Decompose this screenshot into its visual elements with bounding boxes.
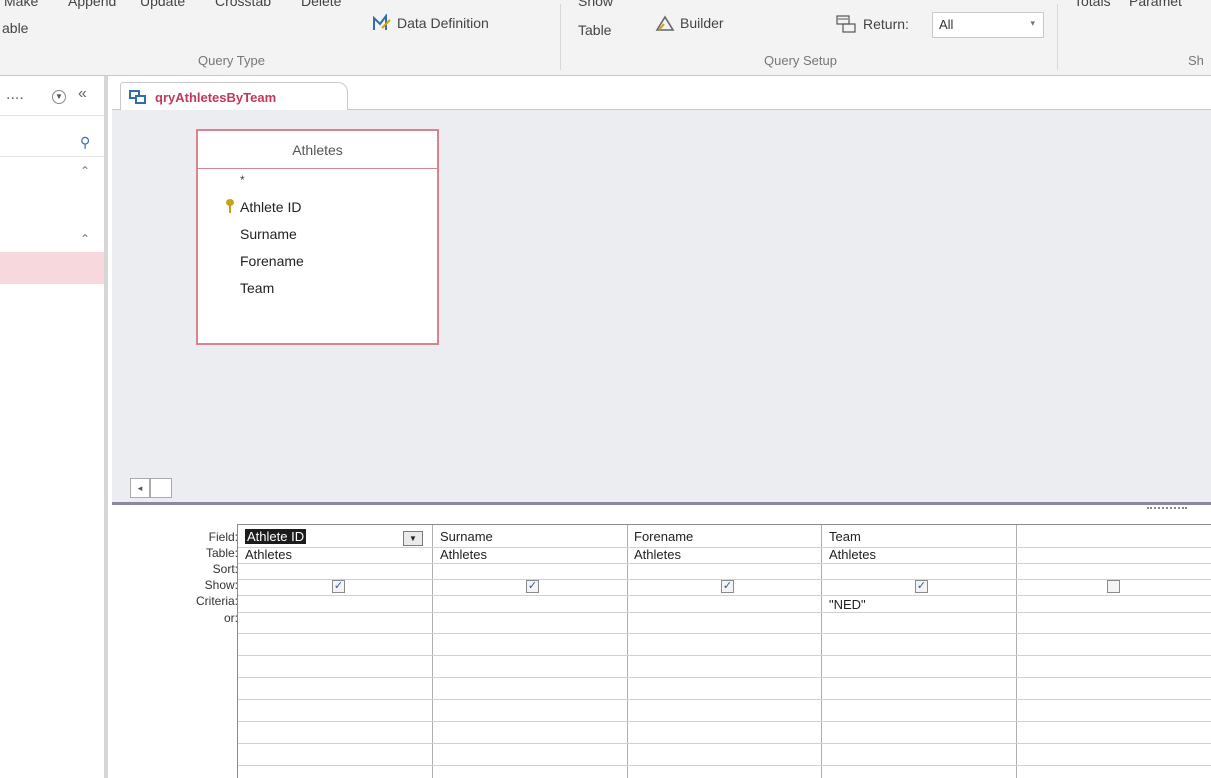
row-divider	[238, 612, 1211, 613]
athletes-table-box[interactable]: Athletes * Athlete ID Surname Forename T…	[196, 129, 439, 345]
field-cell-surname[interactable]: Surname	[440, 529, 493, 544]
parameters-button[interactable]: Paramet	[1129, 0, 1182, 9]
crosstab-button[interactable]: Crosstab	[215, 0, 271, 9]
show-checkbox[interactable]: ✓	[721, 580, 734, 593]
builder-label: Builder	[680, 15, 724, 31]
field-cell-athlete-id[interactable]: Athlete ID	[245, 529, 307, 544]
show-checkbox[interactable]: ✓	[1107, 580, 1120, 593]
row-divider	[238, 721, 1211, 722]
row-divider	[238, 765, 1211, 766]
return-label: Return:	[863, 16, 909, 32]
row-divider	[238, 699, 1211, 700]
nav-title[interactable]: ....	[6, 86, 24, 104]
row-divider	[238, 633, 1211, 634]
nav-header: .... ▼ «	[0, 76, 104, 116]
return-icon	[836, 15, 856, 33]
criteria-row-label: Criteria:	[195, 594, 238, 608]
collapse-pane-icon[interactable]: «	[78, 85, 87, 103]
group-collapse-icon[interactable]: ⌃	[80, 232, 90, 246]
make-table-label: able	[2, 20, 29, 36]
row-divider	[238, 547, 1211, 548]
navigation-pane: .... ▼ « ⚲ ⌃ ⌃	[0, 76, 108, 778]
primary-key-icon	[226, 199, 234, 213]
document-tab-strip: qryAthletesByTeam	[112, 76, 1211, 111]
query-icon	[129, 89, 147, 105]
delete-button[interactable]: Delete	[301, 0, 341, 9]
query-design-grid: Athlete ID ▼ Athletes ✓ Surname Athletes…	[237, 524, 1211, 778]
pane-splitter[interactable]	[112, 502, 1211, 510]
return-control: Return:	[836, 14, 909, 34]
group-separator	[560, 4, 561, 70]
nav-search-box[interactable]: ⚲	[0, 131, 104, 157]
make-table-button[interactable]: Make	[4, 0, 38, 9]
totals-button[interactable]: Totals	[1074, 0, 1111, 9]
show-checkbox[interactable]: ✓	[915, 580, 928, 593]
table-cell[interactable]: Athletes	[440, 547, 487, 562]
show-checkbox[interactable]: ✓	[332, 580, 345, 593]
all-fields-item[interactable]: *	[240, 173, 245, 187]
group-collapse-icon[interactable]: ⌃	[80, 164, 90, 178]
query-setup-group-label: Query Setup	[764, 53, 837, 68]
horizontal-scrollbar[interactable]	[150, 478, 172, 498]
group-separator	[1057, 4, 1058, 70]
or-row-label: or:	[223, 611, 238, 625]
row-divider	[238, 655, 1211, 656]
table-field-forename[interactable]: Forename	[240, 253, 304, 269]
table-field-athlete-id[interactable]: Athlete ID	[240, 199, 301, 215]
row-divider	[238, 595, 1211, 596]
show-checkbox[interactable]: ✓	[526, 580, 539, 593]
table-field-team[interactable]: Team	[240, 280, 274, 296]
row-divider	[238, 563, 1211, 564]
grid-row-labels: Field: Table: Sort: Show: Criteria: or:	[112, 510, 238, 778]
row-divider	[238, 743, 1211, 744]
data-definition-icon	[373, 14, 391, 30]
table-row-label: Table:	[205, 546, 238, 560]
return-value: All	[939, 17, 954, 32]
table-cell[interactable]: Athletes	[829, 547, 876, 562]
query-design-area: Athletes * Athlete ID Surname Forename T…	[112, 110, 1211, 502]
update-button[interactable]: Update	[140, 0, 185, 9]
data-definition-button[interactable]: Data Definition	[372, 14, 489, 32]
table-box-title: Athletes	[198, 131, 437, 169]
builder-button[interactable]: Builder	[655, 14, 724, 32]
scroll-left-icon[interactable]: ◂	[130, 478, 150, 498]
show-hide-group-label: Sh	[1188, 53, 1204, 68]
sort-row-label: Sort:	[212, 562, 238, 576]
table-cell[interactable]: Athletes	[634, 547, 681, 562]
row-divider	[238, 677, 1211, 678]
table-cell[interactable]: Athletes	[245, 547, 292, 562]
nav-selected-item[interactable]	[0, 252, 104, 284]
query-tab-label: qryAthletesByTeam	[155, 89, 277, 105]
splitter-grip	[1147, 507, 1187, 509]
query-tab[interactable]: qryAthletesByTeam	[120, 82, 348, 111]
append-button[interactable]: Append	[68, 0, 116, 9]
field-dropdown-button[interactable]: ▼	[403, 531, 423, 546]
show-row-label: Show:	[204, 578, 238, 592]
builder-wand-icon	[655, 15, 675, 31]
return-select[interactable]: All ▾	[932, 12, 1044, 38]
field-row-label: Field:	[208, 530, 238, 544]
ribbon: Make Append Update Crosstab Delete able …	[0, 0, 1211, 76]
criteria-cell[interactable]: "NED"	[829, 597, 866, 612]
data-definition-label: Data Definition	[397, 15, 489, 31]
search-icon[interactable]: ⚲	[80, 134, 90, 151]
field-cell-team[interactable]: Team	[829, 529, 861, 544]
query-type-group-label: Query Type	[198, 53, 265, 68]
show-table-top: Show	[578, 0, 614, 9]
field-cell-forename[interactable]: Forename	[634, 529, 693, 544]
design-grid-area: Field: Table: Sort: Show: Criteria: or: …	[112, 510, 1211, 778]
nav-menu-icon[interactable]: ▼	[52, 90, 66, 104]
table-field-surname[interactable]: Surname	[240, 226, 297, 242]
show-table-button[interactable]: Table	[578, 22, 611, 38]
chevron-down-icon: ▾	[1030, 18, 1035, 28]
